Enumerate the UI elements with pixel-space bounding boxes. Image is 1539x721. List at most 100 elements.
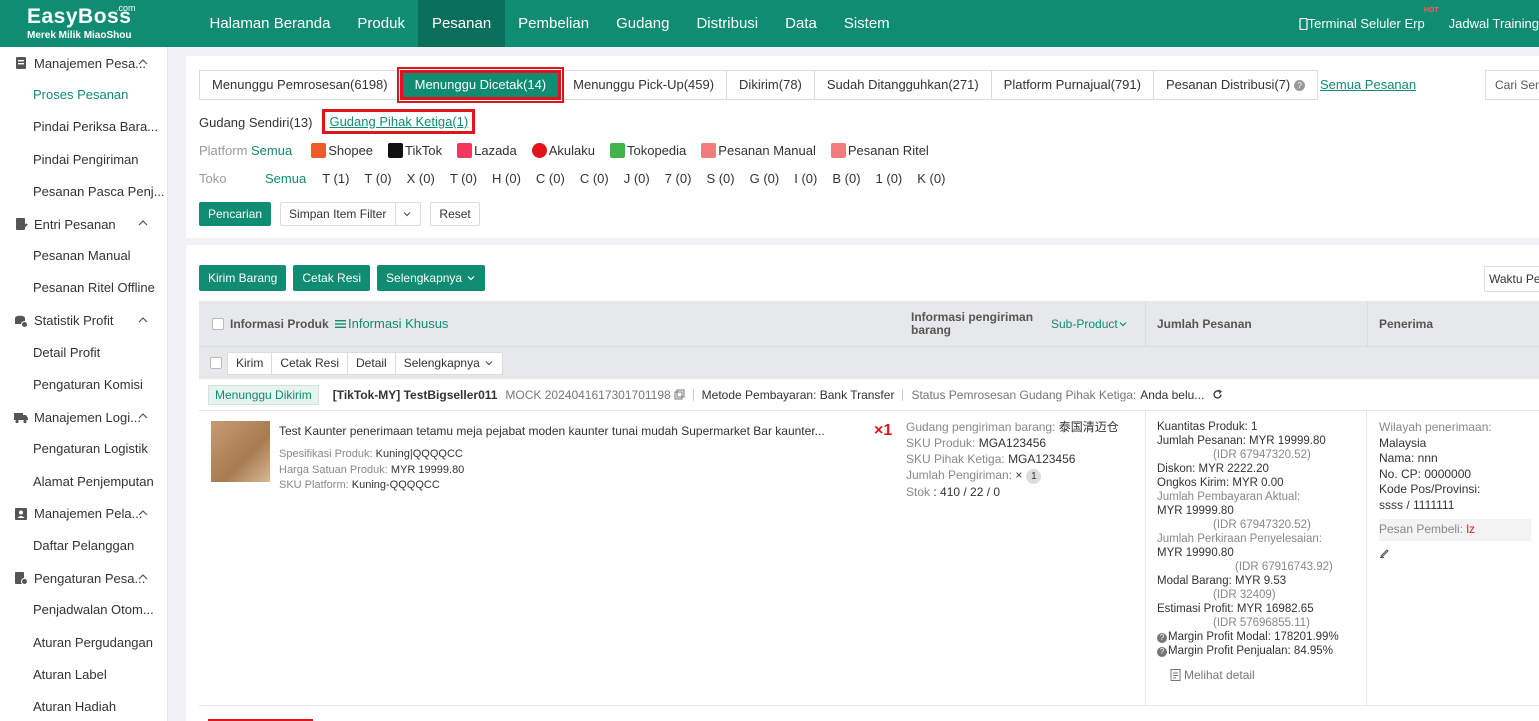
select-all-checkbox[interactable] — [212, 317, 224, 330]
tab-sudah-ditangguhkan[interactable]: Sudah Ditangguhkan(271) — [813, 70, 992, 100]
toko-option[interactable]: S (0) — [706, 171, 734, 186]
row-detail-button[interactable]: Detail — [347, 351, 396, 375]
nav-sistem[interactable]: Sistem — [830, 0, 903, 47]
sidebar-item-aturan-label[interactable]: Aturan Label — [0, 659, 167, 691]
info-khusus-toggle[interactable]: Informasi Khusus — [335, 301, 448, 346]
toko-option[interactable]: C (0) — [580, 171, 609, 186]
ship-sku-row: SKU Produk: MGA123456 — [906, 435, 1119, 451]
tab-menunggu-pemrosesan[interactable]: Menunggu Pemrosesan(6198) — [199, 70, 401, 100]
training-link[interactable]: Jadwal Training — [1449, 16, 1539, 31]
question-icon[interactable]: ? — [1157, 633, 1167, 643]
waktu-pesanan-dropdown[interactable]: Waktu Pesanan — [1484, 266, 1539, 292]
toko-option[interactable]: 1 (0) — [876, 171, 903, 186]
platform-pesanan-ritel[interactable]: Pesanan Ritel — [830, 143, 929, 158]
nav-halaman-beranda[interactable]: Halaman Beranda — [196, 0, 344, 47]
product-title[interactable]: Test Kaunter penerimaan tetamu meja peja… — [279, 424, 825, 438]
coins-icon — [14, 314, 28, 328]
nav-gudang[interactable]: Gudang — [603, 0, 683, 47]
melihat-detail-link[interactable]: Melihat detail — [1157, 668, 1366, 682]
main-nav: Halaman Beranda Produk Pesanan Pembelian… — [196, 0, 903, 47]
sidebar-item-pindai-pengiriman[interactable]: Pindai Pengiriman — [0, 144, 167, 176]
sidebar-group-entri-pesanan[interactable]: Entri Pesanan — [0, 208, 167, 240]
nav-produk[interactable]: Produk — [344, 0, 419, 47]
product-image[interactable] — [211, 421, 270, 482]
platform-semua[interactable]: Semua — [251, 143, 292, 158]
selengkapnya-button[interactable]: Selengkapnya — [377, 265, 486, 291]
tab-dikirim[interactable]: Dikirim(78) — [726, 70, 815, 100]
platform-akulaku[interactable]: Akulaku — [531, 143, 595, 158]
toko-option[interactable]: T (0) — [364, 171, 391, 186]
edit-icon[interactable] — [1379, 547, 1531, 563]
shipping-info: Gudang pengiriman barang: 泰国清迈仓 SKU Prod… — [906, 419, 1119, 500]
toko-option[interactable]: T (1) — [322, 171, 349, 186]
platform-shopee[interactable]: Shopee — [311, 143, 373, 158]
kirim-barang-button[interactable]: Kirim Barang — [199, 265, 287, 291]
row-selengkapnya-button[interactable]: Selengkapnya — [394, 351, 503, 375]
nav-pesanan[interactable]: Pesanan — [418, 0, 505, 47]
perkiraan-label: Jumlah Perkiraan Penyelesaian: — [1157, 533, 1322, 545]
sidebar-item-detail-profit[interactable]: Detail Profit — [0, 337, 167, 369]
tab-menunggu-pickup[interactable]: Menunggu Pick-Up(459) — [560, 70, 728, 100]
toko-option[interactable]: I (0) — [794, 171, 817, 186]
row-actions-bar: Kirim Cetak Resi Detail Selengkapnya — [199, 346, 1539, 379]
sidebar-item-daftar-pelanggan[interactable]: Daftar Pelanggan — [0, 530, 167, 562]
sidebar-group-manajemen-pesanan[interactable]: Manajemen Pesa... — [0, 47, 167, 79]
toko-option[interactable]: K (0) — [917, 171, 945, 186]
refresh-icon[interactable] — [1212, 389, 1223, 400]
toko-option[interactable]: H (0) — [492, 171, 521, 186]
sidebar-group-manajemen-pelanggan[interactable]: Manajemen Pela... — [0, 498, 167, 530]
sidebar-group-statistik-profit[interactable]: Statistik Profit — [0, 305, 167, 337]
toko-semua[interactable]: Semua — [265, 171, 306, 186]
sidebar-item-penjadwalan[interactable]: Penjadwalan Otom... — [0, 594, 167, 626]
toko-option[interactable]: C (0) — [536, 171, 565, 186]
sub-product-dropdown[interactable]: Sub-Product — [1051, 301, 1128, 346]
toko-option[interactable]: J (0) — [624, 171, 650, 186]
subtab-gudang-sendiri[interactable]: Gudang Sendiri(13) — [199, 115, 312, 130]
subtab-gudang-pihak-ketiga[interactable]: Gudang Pihak Ketiga(1) — [322, 109, 476, 134]
question-icon[interactable]: ? — [1157, 647, 1167, 657]
tab-platform-purnajual[interactable]: Platform Purnajual(791) — [990, 70, 1154, 100]
cetak-resi-button[interactable]: Cetak Resi — [293, 265, 371, 291]
platform-tokopedia[interactable]: Tokopedia — [610, 143, 686, 158]
toko-option[interactable]: B (0) — [832, 171, 860, 186]
row-checkbox[interactable] — [210, 357, 222, 369]
sidebar-item-aturan-hadiah[interactable]: Aturan Hadiah — [0, 691, 167, 721]
row-kirim-button[interactable]: Kirim — [227, 351, 273, 375]
toko-option[interactable]: 7 (0) — [665, 171, 692, 186]
sidebar-item-pesanan-manual[interactable]: Pesanan Manual — [0, 240, 167, 272]
chevron-up-icon — [138, 59, 148, 65]
toko-option[interactable]: X (0) — [407, 171, 435, 186]
toko-option[interactable]: T (0) — [450, 171, 477, 186]
platform-lazada[interactable]: Lazada — [457, 143, 517, 158]
sidebar: Manajemen Pesa... Proses Pesanan Pindai … — [0, 47, 168, 721]
search-dropdown[interactable]: Cari Semua — [1485, 70, 1539, 100]
question-icon[interactable]: ? — [1294, 79, 1306, 91]
sidebar-group-pengaturan-pesanan[interactable]: Pengaturan Pesa... — [0, 562, 167, 594]
simpan-filter-button[interactable]: Simpan Item Filter — [280, 202, 422, 226]
sidebar-group-manajemen-logistik[interactable]: Manajemen Logi... — [0, 401, 167, 433]
tab-menunggu-dicetak[interactable]: Menunggu Dicetak(14) — [396, 67, 565, 103]
sidebar-item-aturan-pergudangan[interactable]: Aturan Pergudangan — [0, 627, 167, 659]
sidebar-item-pengaturan-logistik[interactable]: Pengaturan Logistik — [0, 433, 167, 465]
sidebar-item-pindai-periksa[interactable]: Pindai Periksa Bara... — [0, 111, 167, 143]
order-id[interactable]: [TikTok-MY] TestBigseller011 — [333, 388, 498, 402]
sidebar-item-pesanan-pasca[interactable]: Pesanan Pasca Penj... — [0, 176, 167, 208]
sidebar-item-pesanan-ritel-offline[interactable]: Pesanan Ritel Offline — [0, 272, 167, 304]
logo[interactable]: EasyBoss .com Merek Milik MiaoShou — [27, 3, 147, 44]
sidebar-item-pengaturan-komisi[interactable]: Pengaturan Komisi — [0, 369, 167, 401]
nav-distribusi[interactable]: Distribusi — [683, 0, 772, 47]
copy-icon[interactable] — [674, 389, 685, 400]
sidebar-item-proses-pesanan[interactable]: Proses Pesanan — [0, 79, 167, 111]
nav-pembelian[interactable]: Pembelian — [505, 0, 603, 47]
platform-tiktok[interactable]: TikTok — [388, 143, 442, 158]
terminal-link[interactable]: Terminal Seluler Erp HOT — [1299, 7, 1439, 31]
reset-button[interactable]: Reset — [430, 202, 480, 226]
nav-data[interactable]: Data — [772, 0, 831, 47]
platform-pesanan-manual[interactable]: Pesanan Manual — [701, 143, 816, 158]
pencarian-button[interactable]: Pencarian — [199, 202, 272, 226]
tab-pesanan-distribusi[interactable]: Pesanan Distribusi(7) ? — [1152, 70, 1319, 100]
row-cetak-resi-button[interactable]: Cetak Resi — [271, 351, 349, 375]
sidebar-item-alamat-penjemputan[interactable]: Alamat Penjemputan — [0, 466, 167, 498]
semua-pesanan-link[interactable]: Semua Pesanan — [1320, 77, 1416, 92]
toko-option[interactable]: G (0) — [750, 171, 780, 186]
